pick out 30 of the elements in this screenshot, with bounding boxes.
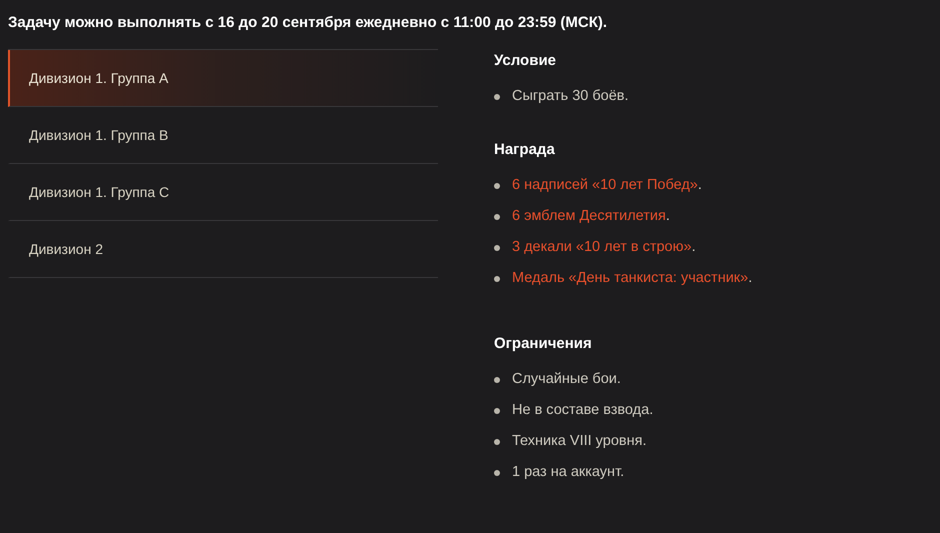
bullet-icon <box>494 214 500 220</box>
division-tab[interactable]: Дивизион 2 <box>8 221 438 278</box>
division-tab[interactable]: Дивизион 1. Группа A <box>8 50 438 107</box>
list-item-text: Медаль «День танкиста: участник». <box>512 268 752 288</box>
bullet-icon <box>494 470 500 476</box>
list-item-text: Случайные бои. <box>512 370 621 389</box>
section-heading: Условие <box>494 51 558 71</box>
section-heading: Ограничения <box>494 334 593 354</box>
bullet-icon <box>494 244 500 250</box>
list-item-text: Техника VIII уровня. <box>512 432 646 451</box>
bullet-icon <box>494 376 500 382</box>
division-tab[interactable]: Дивизион 1. Группа C <box>8 164 438 221</box>
list-item-text: 3 декали «10 лет в строю». <box>512 238 696 257</box>
bullet-icon <box>494 94 500 100</box>
list-item-text: Сыграть 30 боёв. <box>512 86 629 106</box>
section-heading: Награда <box>494 140 556 160</box>
list-item-text: Не в составе взвода. <box>512 400 654 420</box>
bullet-icon <box>494 408 500 414</box>
bullet-icon <box>494 438 500 444</box>
list-item-text: 6 эмблем Десятилетия. <box>512 206 670 226</box>
bullet-icon <box>494 182 500 188</box>
reward-link[interactable]: 6 эмблем Десятилетия <box>512 208 666 224</box>
schedule-notice: Задачу можно выполнять с 16 до 20 сентября ежедневно с 11:00 до 23:59 (МСК). <box>7 13 608 33</box>
list-item-text: 1 раз на аккаунт. <box>512 462 624 482</box>
reward-link[interactable]: 3 декали «10 лет в строю» <box>512 238 692 255</box>
division-tab[interactable]: Дивизион 1. Группа B <box>8 107 438 164</box>
list-item-text: 6 надписей «10 лет Побед». <box>512 176 702 195</box>
reward-link[interactable]: Медаль «День танкиста: участник» <box>512 270 748 286</box>
bullet-icon <box>494 276 500 282</box>
reward-link[interactable]: 6 надписей «10 лет Побед» <box>512 176 698 193</box>
